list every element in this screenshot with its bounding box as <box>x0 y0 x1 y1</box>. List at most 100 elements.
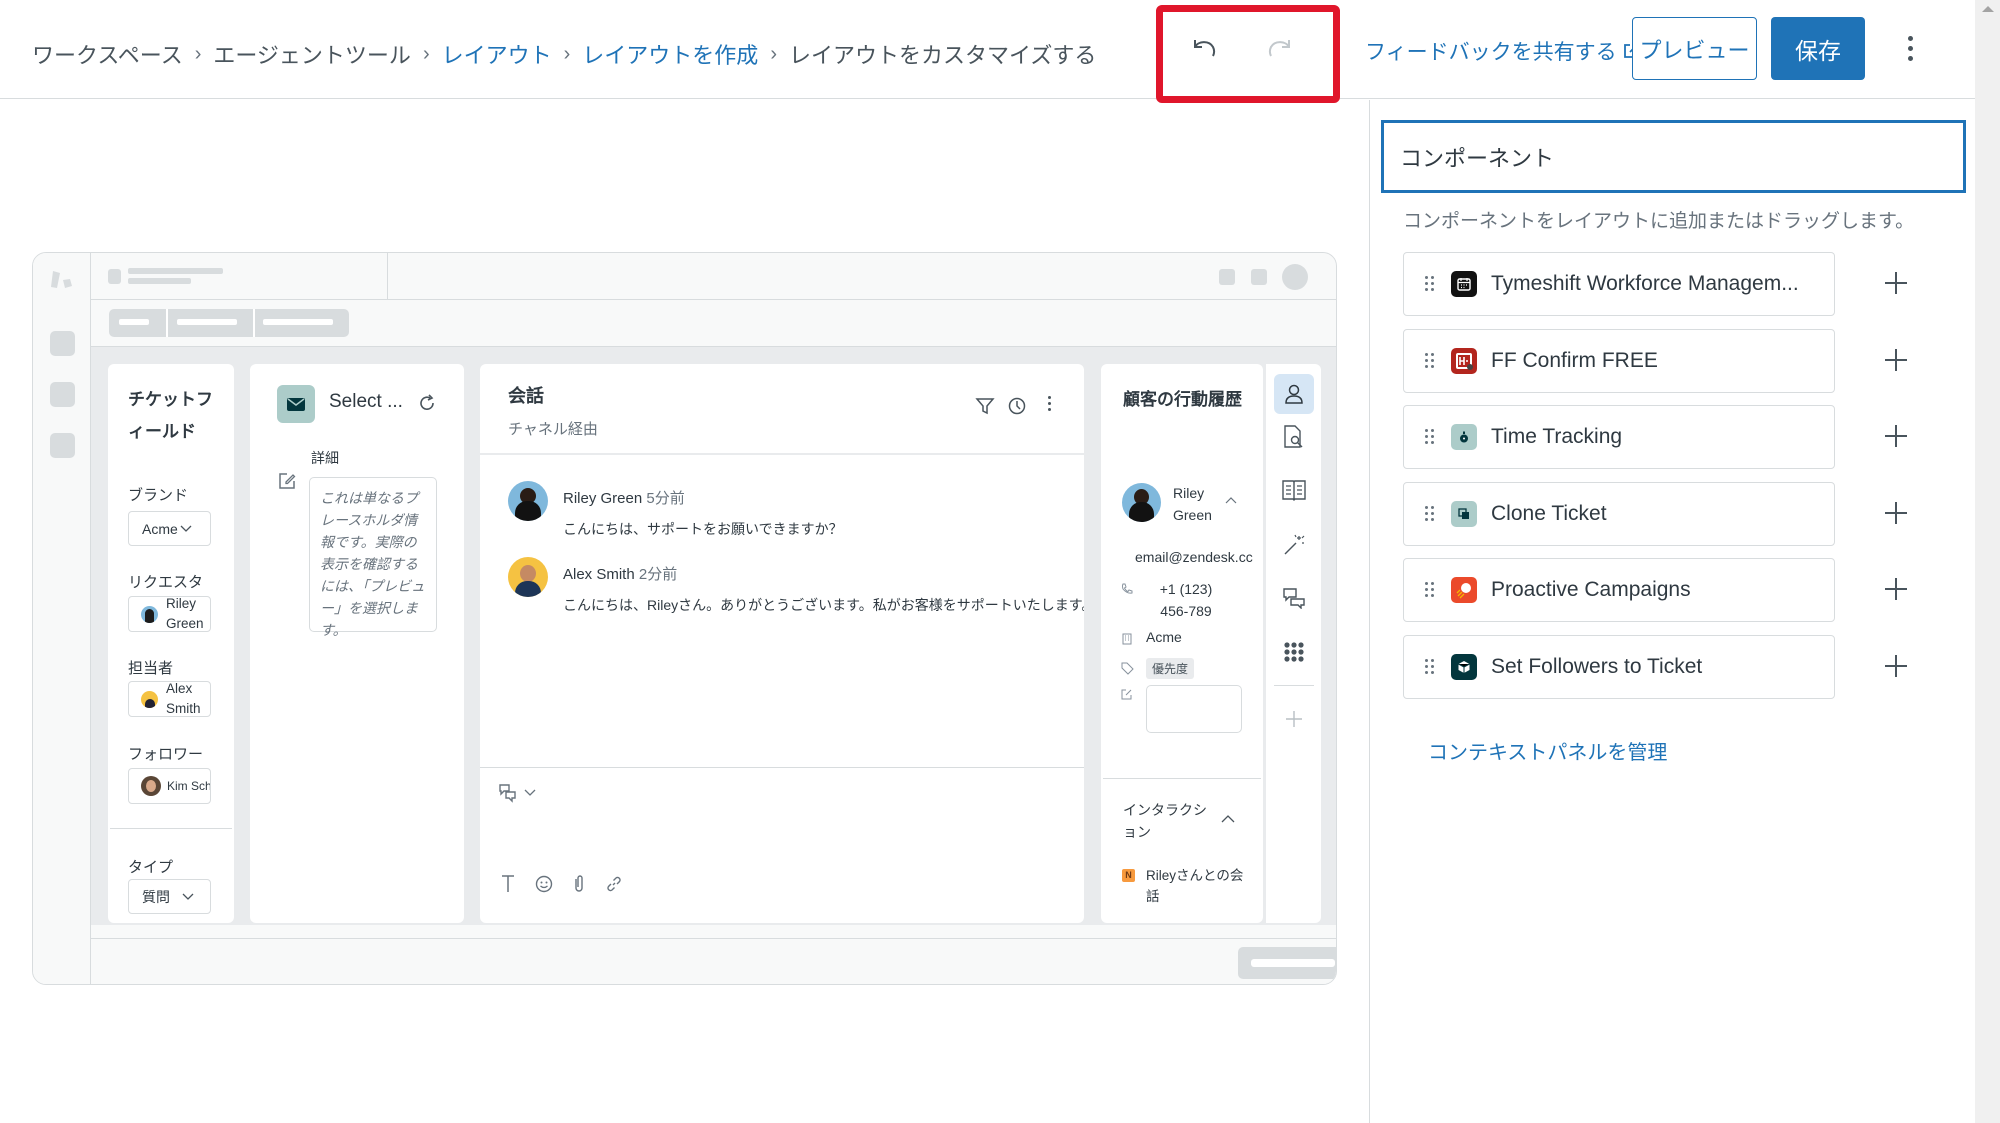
mockup-placeholder <box>1251 269 1267 285</box>
drag-handle-icon[interactable] <box>1425 352 1435 369</box>
customer-org: Acme <box>1146 629 1182 645</box>
page-scrollbar[interactable] <box>1975 0 2000 1123</box>
emoji-icon[interactable] <box>535 875 553 893</box>
add-app-icon[interactable] <box>1284 709 1304 729</box>
mockup-avatar-placeholder <box>1282 264 1308 290</box>
knowledge-book-icon[interactable] <box>1282 479 1306 501</box>
component-item-ff-confirm[interactable]: FF Confirm FREE <box>1403 328 1835 393</box>
attachment-icon[interactable] <box>572 874 586 894</box>
breadcrumb-customize-layout: レイアウトをカスタマイズする <box>788 43 1097 68</box>
scroll-up-arrow-icon[interactable] <box>1982 6 1994 12</box>
history-icon[interactable] <box>1007 396 1027 416</box>
app-panel: Select ... 詳細 これは単なるプレースホルダ情報です。実際の表示を確認… <box>250 364 464 923</box>
more-options-button[interactable] <box>1898 30 1922 66</box>
conversation-subtitle: チャネル経由 <box>508 421 598 438</box>
manage-context-panel-link[interactable]: コンテキストパネルを管理 <box>1428 736 1667 765</box>
undo-button[interactable] <box>1186 30 1222 66</box>
chevron-up-icon[interactable] <box>1225 496 1237 504</box>
note-icon <box>1121 689 1132 700</box>
requester-field[interactable]: Riley Green <box>128 596 211 632</box>
drag-handle-icon[interactable] <box>1425 582 1435 598</box>
interaction-item[interactable]: Rileyさんとの会話 <box>1146 865 1246 907</box>
component-label: Time Tracking <box>1491 425 1623 449</box>
component-item-time-tracking[interactable]: Time Tracking <box>1403 405 1835 470</box>
channel-selector[interactable] <box>498 783 536 803</box>
mockup-top-bar <box>91 253 1336 300</box>
share-feedback-link[interactable]: フィードバックを共有する <box>1365 36 1639 66</box>
chevron-down-icon <box>524 789 536 796</box>
save-button[interactable]: 保存 <box>1771 17 1865 80</box>
mockup-tab-bar <box>91 300 1336 347</box>
document-search-icon[interactable] <box>1283 425 1305 449</box>
drag-handle-icon[interactable] <box>1425 429 1435 445</box>
breadcrumb-separator: › <box>194 42 202 65</box>
conversations-icon[interactable] <box>1282 587 1306 609</box>
breadcrumb-create-layout[interactable]: レイアウトを作成 <box>582 38 758 70</box>
component-row: FF Confirm FREE <box>1403 328 1963 406</box>
chevron-up-icon[interactable] <box>1221 814 1235 823</box>
component-item-tymeshift[interactable]: Tymeshift Workforce Managem... <box>1403 252 1835 316</box>
apps-grid-icon[interactable] <box>1283 641 1305 663</box>
customer-email: email@zendesk.cc <box>1135 549 1253 565</box>
interaction-badge: N <box>1122 869 1135 882</box>
component-row: Clone Ticket <box>1403 481 1963 559</box>
add-component-button[interactable] <box>1881 268 1911 298</box>
drag-handle-icon[interactable] <box>1425 658 1435 675</box>
requester-avatar <box>141 605 158 623</box>
drag-handle-icon[interactable] <box>1425 505 1435 522</box>
calendar-app-icon <box>1451 271 1477 297</box>
assignee-avatar <box>141 690 158 708</box>
component-label: FF Confirm FREE <box>1491 348 1658 372</box>
preview-button[interactable]: プレビュー <box>1632 17 1757 80</box>
refresh-icon[interactable] <box>418 394 436 412</box>
type-select[interactable]: 質問 <box>128 879 211 914</box>
message-author: Riley Green <box>563 490 643 507</box>
mockup-placeholder <box>128 268 223 274</box>
add-component-button[interactable] <box>1881 498 1911 528</box>
drag-handle-icon[interactable] <box>1425 276 1435 292</box>
type-label: タイプ <box>128 859 174 876</box>
component-row: Proactive Campaigns <box>1403 558 1963 635</box>
redo-button[interactable] <box>1262 30 1298 66</box>
layout-preview-canvas: チケットフィールド ブランド Acme リクエスタ Riley Green 担当… <box>32 252 1337 985</box>
top-header: ワークスペース › エージェントツール › レイアウト › レイアウトを作成 ›… <box>0 0 1975 103</box>
add-component-button[interactable] <box>1881 345 1911 375</box>
add-component-button[interactable] <box>1881 574 1911 604</box>
component-item-set-followers[interactable]: Set Followers to Ticket <box>1403 634 1835 699</box>
mockup-nav-placeholder <box>50 382 75 407</box>
message-time: 2分前 <box>638 566 678 583</box>
customer-tab-button[interactable] <box>1274 374 1314 414</box>
customer-avatar <box>1122 483 1161 522</box>
followers-field[interactable]: Kim Sch <box>128 768 211 804</box>
add-component-button[interactable] <box>1881 421 1911 451</box>
customer-note-input[interactable] <box>1146 685 1242 733</box>
link-icon[interactable] <box>605 875 623 893</box>
organization-icon <box>1122 633 1132 645</box>
component-label: Set Followers to Ticket <box>1491 654 1703 678</box>
ticket-fields-panel: チケットフィールド ブランド Acme リクエスタ Riley Green 担当… <box>108 364 234 923</box>
mockup-footer <box>91 938 1336 984</box>
component-item-proactive-campaigns[interactable]: Proactive Campaigns <box>1403 558 1835 623</box>
kebab-menu-icon <box>1907 35 1913 41</box>
components-header[interactable]: コンポーネント <box>1381 120 1966 193</box>
breadcrumb-workspace: ワークスペース <box>32 43 183 68</box>
breadcrumb-separator: › <box>422 42 430 65</box>
component-item-clone-ticket[interactable]: Clone Ticket <box>1403 481 1835 546</box>
filter-icon[interactable] <box>975 396 995 416</box>
app-panel-title: Select ... <box>329 391 403 412</box>
customer-context-title: 顧客の行動履歴 <box>1123 390 1242 409</box>
details-label: 詳細 <box>311 450 339 466</box>
component-label: Proactive Campaigns <box>1491 578 1691 602</box>
placeholder-info-box: これは単なるプレースホルダ情報です。実際の表示を確認するには、「プレビュー」を選… <box>309 477 437 638</box>
brand-select[interactable]: Acme <box>128 511 211 546</box>
breadcrumb-layouts[interactable]: レイアウト <box>442 38 552 70</box>
assignee-label: 担当者 <box>128 660 174 677</box>
magic-wand-icon[interactable] <box>1283 534 1305 556</box>
assignee-field[interactable]: Alex Smith <box>128 681 211 717</box>
text-format-icon[interactable] <box>500 874 516 894</box>
message-text: こんにちは、Rileyさん。ありがとうございます。私がお客様をサポートいたします… <box>563 597 1084 613</box>
chevron-down-icon <box>182 893 194 900</box>
conversation-more-button[interactable] <box>1046 396 1052 416</box>
requester-label: リクエスタ <box>128 574 204 591</box>
add-component-button[interactable] <box>1881 651 1911 681</box>
